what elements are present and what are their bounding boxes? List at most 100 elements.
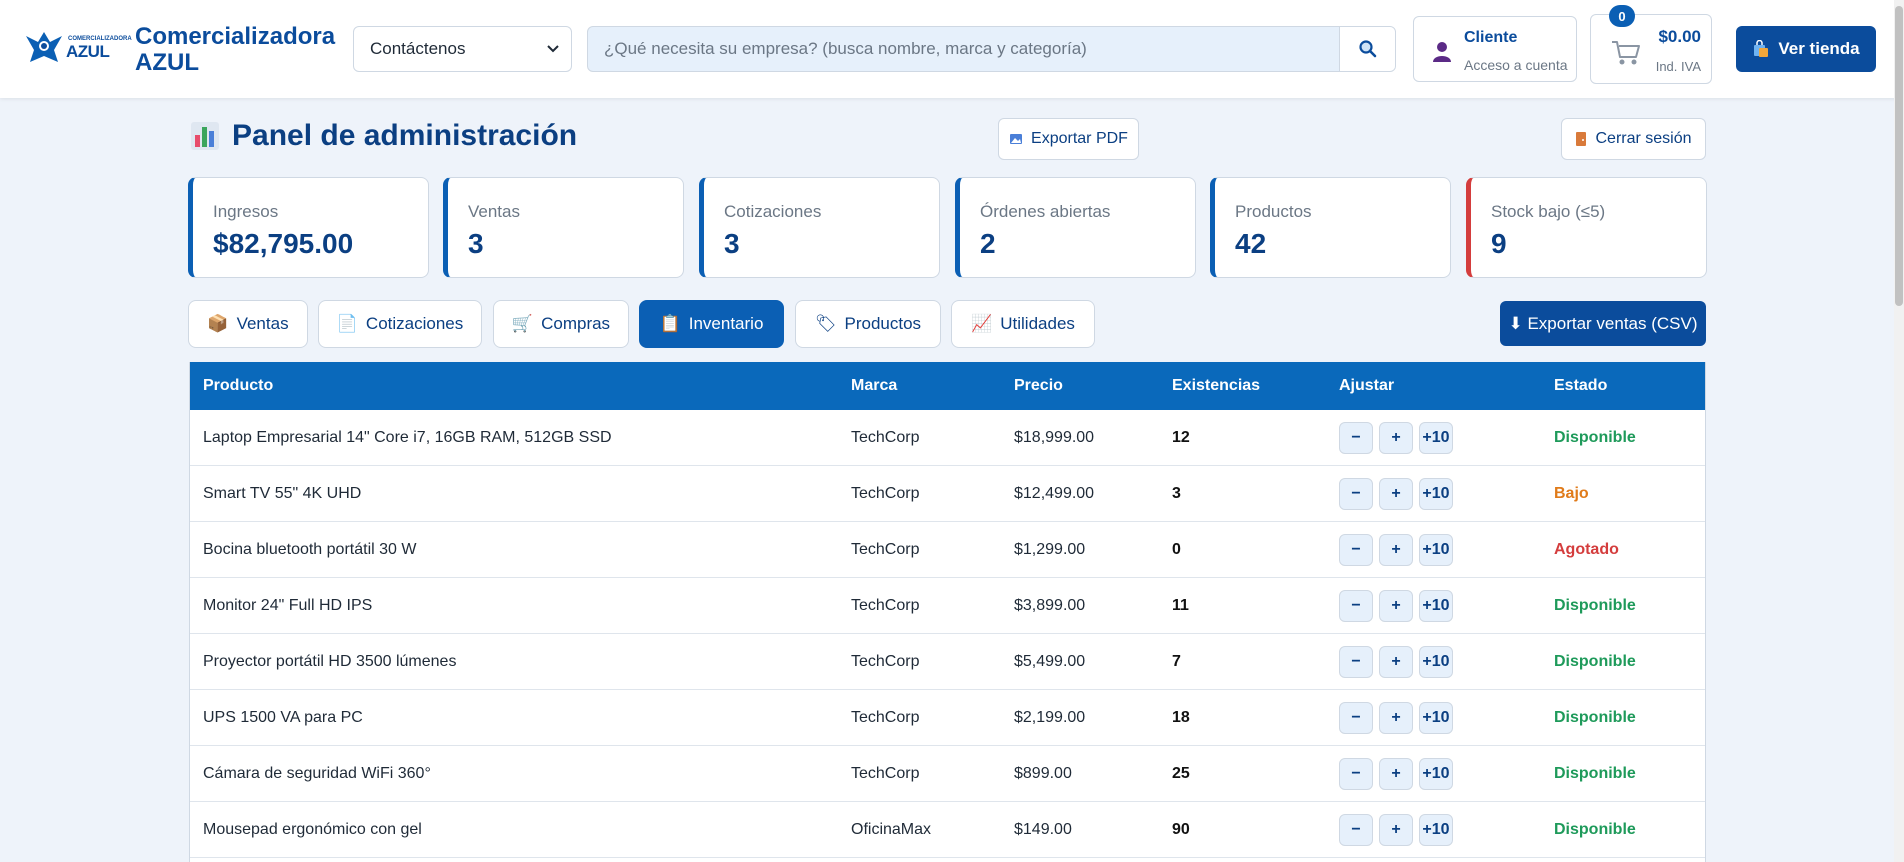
increment-button[interactable]: + [1379, 534, 1413, 566]
brand-name[interactable]: Comercializadora AZUL [135, 24, 335, 76]
increment-button[interactable]: + [1379, 758, 1413, 790]
tab-label: Productos [844, 314, 922, 333]
logout-button[interactable]: Cerrar sesión [1561, 118, 1706, 160]
page-title-text: Panel de administración [232, 119, 578, 152]
brand-cell: TechCorp [851, 541, 920, 558]
decrement-button[interactable]: − [1339, 478, 1373, 510]
company-logo[interactable]: COMERCIALIZADORA AZUL [20, 22, 132, 78]
increment-button[interactable]: + [1379, 590, 1413, 622]
stat-label: Ingresos [213, 202, 279, 221]
status-cell: Disponible [1554, 709, 1636, 726]
decrement-button[interactable]: − [1339, 814, 1373, 846]
document-icon: 📄 [336, 314, 358, 333]
price-cell: $18,999.00 [1014, 429, 1095, 446]
product-name-cell: UPS 1500 VA para PC [203, 709, 363, 726]
stat-value: 2 [980, 228, 996, 259]
increment-10-button[interactable]: +10 [1419, 534, 1453, 566]
box-icon: 📦 [207, 314, 229, 333]
column-header-status[interactable]: Estado [1554, 377, 1607, 395]
status-cell: Disponible [1554, 765, 1636, 782]
increment-button[interactable]: + [1379, 814, 1413, 846]
stat-value: 42 [1235, 228, 1267, 259]
export-pdf-label: Exportar PDF [1031, 130, 1128, 147]
decrement-button[interactable]: − [1339, 758, 1373, 790]
increment-10-button[interactable]: +10 [1419, 590, 1453, 622]
increment-10-button[interactable]: +10 [1419, 646, 1453, 678]
cart-button[interactable]: 0 $0.00 Ind. IVA [1590, 5, 1712, 84]
search-input[interactable] [588, 27, 1340, 71]
search-button[interactable] [1339, 27, 1395, 71]
brand-cell: TechCorp [851, 429, 920, 446]
tab-ventas[interactable]: 📦 Ventas [188, 300, 308, 348]
stat-value: 3 [724, 228, 740, 259]
account-subtitle: Acceso a cuenta [1464, 57, 1568, 73]
view-store-label: Ver tienda [1778, 39, 1860, 58]
stats-row: Ingresos $82,795.00 Ventas 3 Cotizacione… [188, 177, 1707, 278]
brand-cell: TechCorp [851, 653, 920, 670]
stat-card-revenue: Ingresos $82,795.00 [188, 177, 429, 278]
export-pdf-button[interactable]: Exportar PDF [998, 118, 1139, 160]
decrement-button[interactable]: − [1339, 646, 1373, 678]
increment-10-button[interactable]: +10 [1419, 814, 1453, 846]
scrollbar-thumb[interactable] [1895, 6, 1903, 306]
column-header-price[interactable]: Precio [1014, 377, 1063, 395]
column-header-product[interactable]: Producto [203, 377, 273, 395]
column-header-adjust[interactable]: Ajustar [1339, 377, 1394, 395]
tab-utilidades[interactable]: 📈 Utilidades [951, 300, 1095, 348]
contact-select[interactable]: Contáctenos [353, 26, 572, 72]
page-scrollbar[interactable] [1894, 0, 1904, 862]
product-name-cell: Bocina bluetooth portátil 30 W [203, 541, 417, 558]
status-cell: Agotado [1554, 541, 1619, 558]
product-name-cell: Smart TV 55" 4K UHD [203, 485, 362, 502]
product-name-cell: Cámara de seguridad WiFi 360° [203, 765, 431, 782]
column-header-brand[interactable]: Marca [851, 377, 897, 395]
decrement-button[interactable]: − [1339, 534, 1373, 566]
stat-label: Productos [1235, 202, 1312, 221]
brand-cell: TechCorp [851, 765, 920, 782]
price-cell: $12,499.00 [1014, 485, 1095, 502]
status-cell: Disponible [1554, 429, 1636, 446]
decrement-button[interactable]: − [1339, 702, 1373, 734]
increment-button[interactable]: + [1379, 702, 1413, 734]
tab-productos[interactable]: 🏷 Productos [795, 300, 941, 348]
stat-card-sales: Ventas 3 [443, 177, 684, 278]
tab-compras[interactable]: 🛒 Compras [493, 300, 629, 348]
stat-card-products: Productos 42 [1210, 177, 1451, 278]
door-icon [1576, 132, 1587, 146]
brand-cell: TechCorp [851, 597, 920, 614]
stat-value: $82,795.00 [213, 228, 354, 259]
price-cell: $2,199.00 [1014, 709, 1086, 726]
increment-10-button[interactable]: +10 [1419, 422, 1453, 454]
stat-label: Cotizaciones [724, 202, 822, 221]
increment-10-button[interactable]: +10 [1419, 758, 1453, 790]
brand-line-2: AZUL [135, 49, 199, 76]
search-icon [1358, 40, 1376, 58]
tab-inventario[interactable]: 📋 Inventario [639, 300, 784, 348]
image-icon [1010, 134, 1023, 144]
view-store-button[interactable]: Ver tienda [1736, 26, 1876, 72]
account-title: Cliente [1464, 29, 1518, 46]
increment-button[interactable]: + [1379, 422, 1413, 454]
brand-cell: TechCorp [851, 709, 920, 726]
logout-label: Cerrar sesión [1595, 130, 1692, 147]
table-row: Laptop Empresarial 14" Core i7, 16GB RAM… [190, 410, 1705, 466]
shopping-bag-icon [1754, 40, 1769, 57]
increment-button[interactable]: + [1379, 478, 1413, 510]
tab-cotizaciones[interactable]: 📄 Cotizaciones [318, 300, 482, 348]
tag-icon: 🏷 [814, 314, 837, 333]
increment-10-button[interactable]: +10 [1419, 702, 1453, 734]
status-cell: Disponible [1554, 597, 1636, 614]
increment-10-button[interactable]: +10 [1419, 478, 1453, 510]
column-header-stock[interactable]: Existencias [1172, 377, 1260, 395]
increment-button[interactable]: + [1379, 646, 1413, 678]
decrement-button[interactable]: − [1339, 590, 1373, 622]
table-row: Smart TV 55" 4K UHD TechCorp $12,499.00 3 Ba… [190, 466, 1705, 522]
cart-amount: $0.00 [1658, 27, 1701, 46]
decrement-button[interactable]: − [1339, 422, 1373, 454]
tab-label: Inventario [688, 314, 764, 333]
stat-value: 9 [1491, 228, 1507, 259]
inventory-table: Producto Marca Precio Existencias Ajusta… [189, 362, 1706, 862]
table-row: Bocina bluetooth portátil 30 W TechCorp $1… [190, 522, 1705, 578]
account-button[interactable]: Cliente Acceso a cuenta [1413, 16, 1577, 82]
export-csv-button[interactable]: ⬇ Exportar ventas (CSV) [1500, 301, 1706, 346]
